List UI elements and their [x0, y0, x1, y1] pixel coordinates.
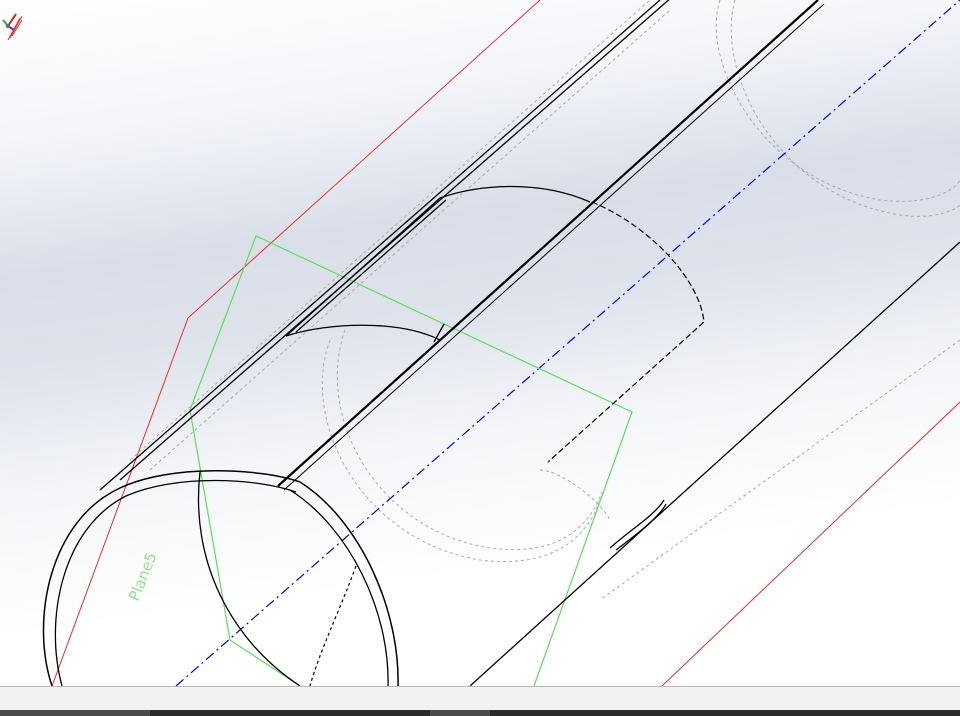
axis-centerline[interactable] [175, 0, 960, 686]
status-strip [0, 686, 960, 716]
graphics-viewport[interactable]: Plane5 [0, 0, 960, 686]
hidden-edges [129, 0, 960, 601]
slot-hidden-edges [309, 201, 705, 686]
selected-plane[interactable] [189, 235, 633, 686]
cylinder-edges[interactable] [42, 0, 960, 686]
plane-label: Plane5 [125, 550, 161, 604]
taskbar-edge [0, 710, 960, 716]
reference-marker-icon [7, 15, 22, 41]
model-view[interactable]: Plane5 [0, 0, 960, 686]
reference-plane-red[interactable] [51, 0, 960, 686]
